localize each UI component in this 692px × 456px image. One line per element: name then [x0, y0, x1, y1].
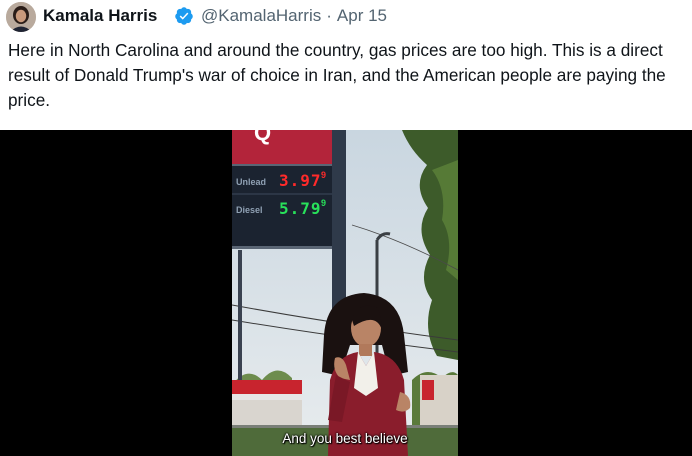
tweet-meta: @KamalaHarris · Apr 15 [201, 6, 387, 26]
author-handle[interactable]: @KamalaHarris [201, 6, 321, 26]
meta-separator: · [326, 6, 332, 25]
video-still: Q Unlead 3.97 9 Diesel 5.79 9 [232, 130, 458, 456]
tweet-date[interactable]: Apr 15 [337, 6, 387, 26]
svg-text:Q: Q [254, 130, 271, 145]
unlead-fraction: 9 [321, 170, 326, 180]
unlead-price: 3.97 [279, 171, 322, 190]
diesel-fraction: 9 [321, 198, 326, 208]
unlead-label: Unlead [236, 177, 266, 187]
tweet-header: Kamala Harris @KamalaHarris · Apr 15 [0, 0, 692, 32]
diesel-label: Diesel [236, 205, 263, 215]
avatar[interactable] [6, 2, 36, 32]
profile-photo [6, 2, 36, 32]
video-caption: And you best believe [282, 431, 408, 446]
author-name[interactable]: Kamala Harris [43, 6, 157, 26]
video-player[interactable]: Q Unlead 3.97 9 Diesel 5.79 9 And you be… [0, 130, 692, 456]
tweet-text: Here in North Carolina and around the co… [8, 40, 671, 110]
video-frame[interactable]: Q Unlead 3.97 9 Diesel 5.79 9 And you be… [232, 130, 458, 456]
verified-badge-icon [175, 7, 193, 25]
diesel-price: 5.79 [279, 199, 322, 218]
